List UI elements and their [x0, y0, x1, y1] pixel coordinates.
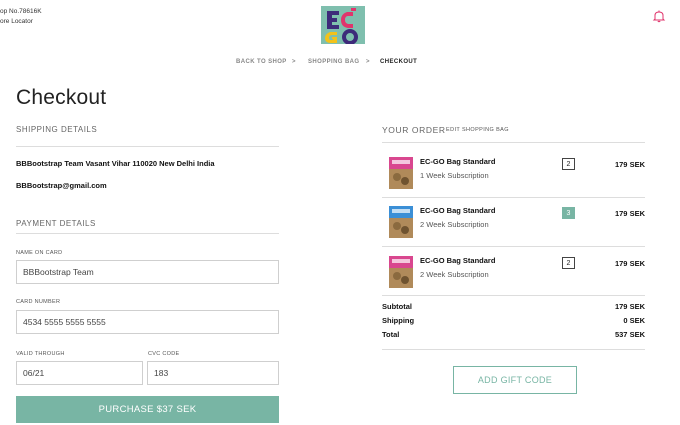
divider	[16, 146, 279, 147]
order-item: EC-GO Bag Standard 1 Week Subscription 2…	[382, 150, 645, 198]
item-name: EC-GO Bag Standard	[420, 157, 496, 166]
divider	[382, 142, 645, 143]
divider	[382, 197, 645, 198]
name-on-card-value: BBBootstrap Team	[23, 267, 94, 277]
order-item: EC-GO Bag Standard 2 Week Subscription 2…	[382, 249, 645, 297]
divider	[16, 233, 279, 234]
cvc-code-input[interactable]: 183	[147, 361, 279, 385]
store-number: op No.78616K	[0, 8, 42, 15]
item-name: EC-GO Bag Standard	[420, 256, 496, 265]
subtotal-value: 179 SEK	[614, 302, 645, 311]
item-subscription: 2 Week Subscription	[420, 270, 489, 279]
breadcrumb-checkout: CHECKOUT	[380, 59, 418, 65]
quantity-box[interactable]: 2	[562, 257, 575, 269]
store-locator-link[interactable]: ore Locator	[0, 17, 42, 27]
breadcrumb-shopping-bag[interactable]: SHOPPING BAG	[308, 59, 359, 65]
name-on-card-label: NAME ON CARD	[16, 250, 63, 256]
bell-icon[interactable]	[652, 9, 666, 23]
valid-through-input[interactable]: 06/21	[16, 361, 143, 385]
payment-details-heading: PAYMENT DETAILS	[16, 219, 96, 228]
shipping-cost-label: Shipping	[382, 316, 415, 325]
product-thumbnail	[389, 256, 413, 288]
subtotal-label: Subtotal	[382, 302, 412, 311]
divider	[382, 295, 645, 296]
breadcrumb-separator: >	[292, 59, 296, 65]
breadcrumb-separator: >	[366, 59, 370, 65]
total-value: 537 SEK	[614, 330, 645, 339]
item-price: 179 SEK	[614, 160, 645, 169]
store-info: op No.78616K ore Locator	[0, 7, 42, 27]
ecgo-logo[interactable]	[321, 6, 365, 44]
order-item: EC-GO Bag Standard 2 Week Subscription 3…	[382, 199, 645, 247]
card-number-input[interactable]: 4534 5555 5555 5555	[16, 310, 279, 334]
item-price: 179 SEK	[614, 259, 645, 268]
edit-shopping-bag-link[interactable]: EDIT SHOPPING BAG	[446, 127, 509, 133]
add-gift-code-button[interactable]: ADD GIFT CODE	[453, 366, 577, 394]
card-number-label: CARD NUMBER	[16, 299, 61, 305]
quantity-box[interactable]: 3	[562, 207, 575, 219]
name-on-card-input[interactable]: BBBootstrap Team	[16, 260, 279, 284]
breadcrumb-back-to-shop[interactable]: BACK TO SHOP	[236, 59, 287, 65]
shipping-cost-value: 0 SEK	[623, 316, 645, 325]
shipping-email: BBBootstrap@gmail.com	[16, 181, 107, 190]
total-label: Total	[382, 330, 400, 339]
your-order-heading: YOUR ORDER	[382, 125, 446, 135]
shipping-details-heading: SHIPPING DETAILS	[16, 125, 98, 134]
quantity-box[interactable]: 2	[562, 158, 575, 170]
cvc-code-label: CVC CODE	[148, 351, 180, 357]
cvc-code-value: 183	[154, 368, 169, 378]
valid-through-value: 06/21	[23, 368, 45, 378]
valid-through-label: VALID THROUGH	[16, 351, 65, 357]
item-subscription: 1 Week Subscription	[420, 171, 489, 180]
shipping-row: Shipping 0 SEK	[382, 316, 645, 325]
divider	[382, 246, 645, 247]
shipping-address: BBBootstrap Team Vasant Vihar 110020 New…	[16, 159, 215, 168]
top-bar: op No.78616K ore Locator	[0, 0, 680, 50]
subtotal-row: Subtotal 179 SEK	[382, 302, 645, 311]
purchase-button[interactable]: PURCHASE $37 SEK	[16, 396, 279, 423]
card-number-value: 4534 5555 5555 5555	[23, 317, 106, 327]
item-price: 179 SEK	[614, 209, 645, 218]
total-row: Total 537 SEK	[382, 330, 645, 339]
item-name: EC-GO Bag Standard	[420, 206, 496, 215]
product-thumbnail	[389, 206, 413, 238]
item-subscription: 2 Week Subscription	[420, 220, 489, 229]
page-title: Checkout	[16, 86, 107, 109]
product-thumbnail	[389, 157, 413, 189]
divider	[382, 349, 645, 350]
